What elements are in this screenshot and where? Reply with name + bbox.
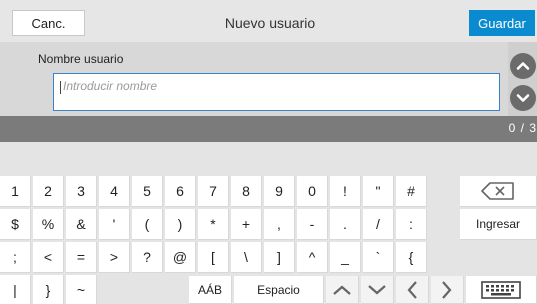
key[interactable]: 8 (231, 176, 262, 207)
key[interactable]: 2 (33, 176, 64, 207)
key[interactable]: . (330, 209, 361, 240)
space-key[interactable]: Espacio (234, 276, 324, 304)
key[interactable]: @ (165, 242, 196, 273)
key[interactable]: ~ (66, 275, 97, 304)
arrow-right-key[interactable] (431, 276, 464, 304)
arrow-down-key[interactable] (361, 276, 394, 304)
key[interactable]: - (297, 209, 328, 240)
key[interactable]: $ (0, 209, 31, 240)
key[interactable]: 6 (165, 176, 196, 207)
key[interactable]: ^ (297, 242, 328, 273)
arrow-up-icon (333, 285, 351, 295)
key[interactable]: # (396, 176, 427, 207)
key[interactable]: 1 (0, 176, 31, 207)
key[interactable]: { (396, 242, 427, 273)
key[interactable]: 9 (264, 176, 295, 207)
accent-toggle-key[interactable]: AÁB (189, 276, 232, 304)
key[interactable]: 0 (297, 176, 328, 207)
arrow-left-icon (407, 280, 417, 299)
key[interactable]: ) (165, 209, 196, 240)
key[interactable]: > (99, 242, 130, 273)
key[interactable]: * (198, 209, 229, 240)
key[interactable]: | (0, 275, 31, 304)
key[interactable]: ! (330, 176, 361, 207)
key[interactable]: 3 (66, 176, 97, 207)
chevron-down-icon (516, 94, 530, 102)
arrow-down-icon (368, 284, 386, 294)
key[interactable]: + (231, 209, 262, 240)
field-label: Nombre usuario (38, 52, 124, 66)
key[interactable]: 7 (198, 176, 229, 207)
key[interactable]: \ (231, 242, 262, 273)
character-counter: 0 / 3 (508, 121, 537, 135)
arrow-left-key[interactable] (396, 276, 429, 304)
key[interactable]: 5 (132, 176, 163, 207)
enter-key[interactable]: Ingresar (460, 209, 537, 240)
key[interactable]: ` (363, 242, 394, 273)
page-title: Nuevo usuario (224, 15, 316, 31)
text-caret (60, 81, 61, 94)
key[interactable]: " (363, 176, 394, 207)
scroll-up-button[interactable] (510, 53, 536, 79)
key[interactable]: / (363, 209, 394, 240)
keyboard-icon (481, 280, 521, 299)
key[interactable]: } (33, 275, 64, 304)
save-button[interactable]: Guardar (469, 10, 535, 36)
chevron-up-icon (516, 62, 530, 70)
key[interactable]: _ (330, 242, 361, 273)
backspace-icon (481, 182, 514, 200)
backspace-key[interactable] (460, 176, 537, 207)
key[interactable]: , (264, 209, 295, 240)
key[interactable]: % (33, 209, 64, 240)
key[interactable]: ; (0, 242, 31, 273)
key[interactable]: [ (198, 242, 229, 273)
key[interactable]: ( (132, 209, 163, 240)
key[interactable]: : (396, 209, 427, 240)
key[interactable]: ? (132, 242, 163, 273)
key[interactable]: & (66, 209, 97, 240)
counter-bar (0, 116, 537, 142)
key[interactable]: < (33, 242, 64, 273)
cancel-button[interactable]: Canc. (12, 10, 85, 36)
arrow-up-key[interactable] (326, 276, 359, 304)
key[interactable]: = (66, 242, 97, 273)
keyboard-toggle-key[interactable] (466, 276, 537, 304)
key[interactable]: 4 (99, 176, 130, 207)
name-input[interactable] (53, 73, 500, 111)
arrow-right-icon (442, 280, 452, 299)
key[interactable]: ' (99, 209, 130, 240)
key[interactable]: ] (264, 242, 295, 273)
scroll-down-button[interactable] (510, 85, 536, 111)
